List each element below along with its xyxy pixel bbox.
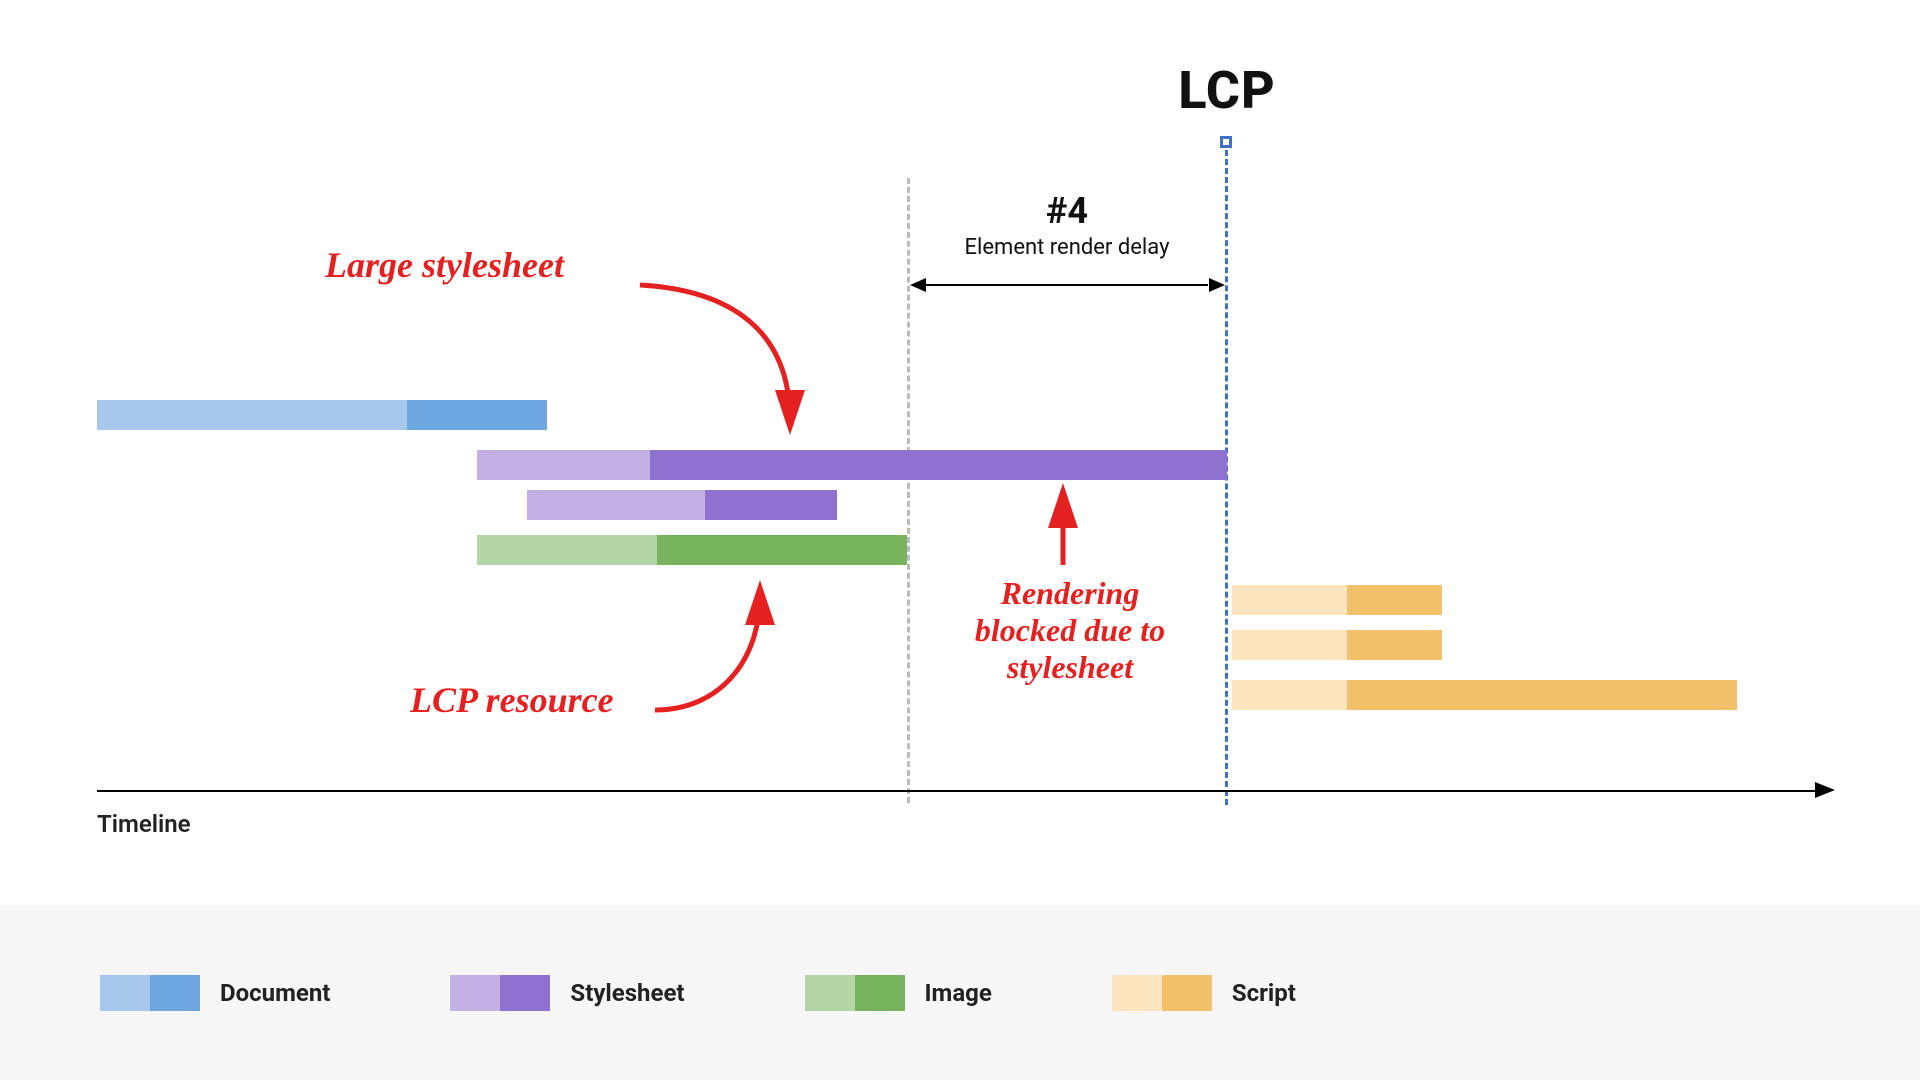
legend-swatch-script [1112, 975, 1212, 1011]
annot-lcp-resource: LCP resource [410, 680, 614, 721]
annot-blocked-line2: blocked due to [975, 612, 1165, 648]
legend-item-stylesheet: Stylesheet [450, 975, 684, 1011]
bar-script-2-dark [1347, 630, 1442, 660]
bar-stylesheet-large-light [477, 450, 650, 480]
bar-stylesheet-large [477, 450, 1227, 480]
annot-large-stylesheet: Large stylesheet [325, 245, 564, 286]
bar-document [97, 400, 547, 430]
bar-document-dark [407, 400, 547, 430]
legend-label-image: Image [925, 979, 992, 1007]
bar-script-2-light [1232, 630, 1347, 660]
bar-script-3 [1232, 680, 1737, 710]
annot-rendering-blocked: Rendering blocked due to stylesheet [940, 575, 1200, 685]
legend-item-script: Script [1112, 975, 1296, 1011]
bar-script-2 [1232, 630, 1442, 660]
bar-stylesheet-2 [527, 490, 837, 520]
bar-stylesheet-2-dark [705, 490, 837, 520]
timeline-axis-arrowhead [1815, 782, 1835, 798]
legend-item-document: Document [100, 975, 330, 1011]
legend-swatch-image [805, 975, 905, 1011]
timeline-axis [97, 790, 1817, 792]
bar-lcp-image-light [477, 535, 657, 565]
legend-label-script: Script [1232, 979, 1296, 1007]
bar-stylesheet-2-light [527, 490, 705, 520]
legend: Document Stylesheet Image Script [0, 905, 1920, 1080]
annot-blocked-line1: Rendering [1001, 575, 1140, 611]
timeline-axis-label: Timeline [97, 810, 191, 838]
annot-blocked-line3: stylesheet [1007, 649, 1133, 685]
bar-document-light [97, 400, 407, 430]
bar-script-1-dark [1347, 585, 1442, 615]
legend-swatch-document [100, 975, 200, 1011]
bar-lcp-image-dark [657, 535, 907, 565]
bar-script-3-light [1232, 680, 1347, 710]
bar-stylesheet-large-dark [650, 450, 1227, 480]
legend-swatch-stylesheet [450, 975, 550, 1011]
bar-script-3-dark [1347, 680, 1737, 710]
legend-label-stylesheet: Stylesheet [570, 979, 684, 1007]
legend-label-document: Document [220, 979, 330, 1007]
legend-item-image: Image [805, 975, 992, 1011]
bar-lcp-image [477, 535, 907, 565]
bar-script-1-light [1232, 585, 1347, 615]
bar-script-1 [1232, 585, 1442, 615]
